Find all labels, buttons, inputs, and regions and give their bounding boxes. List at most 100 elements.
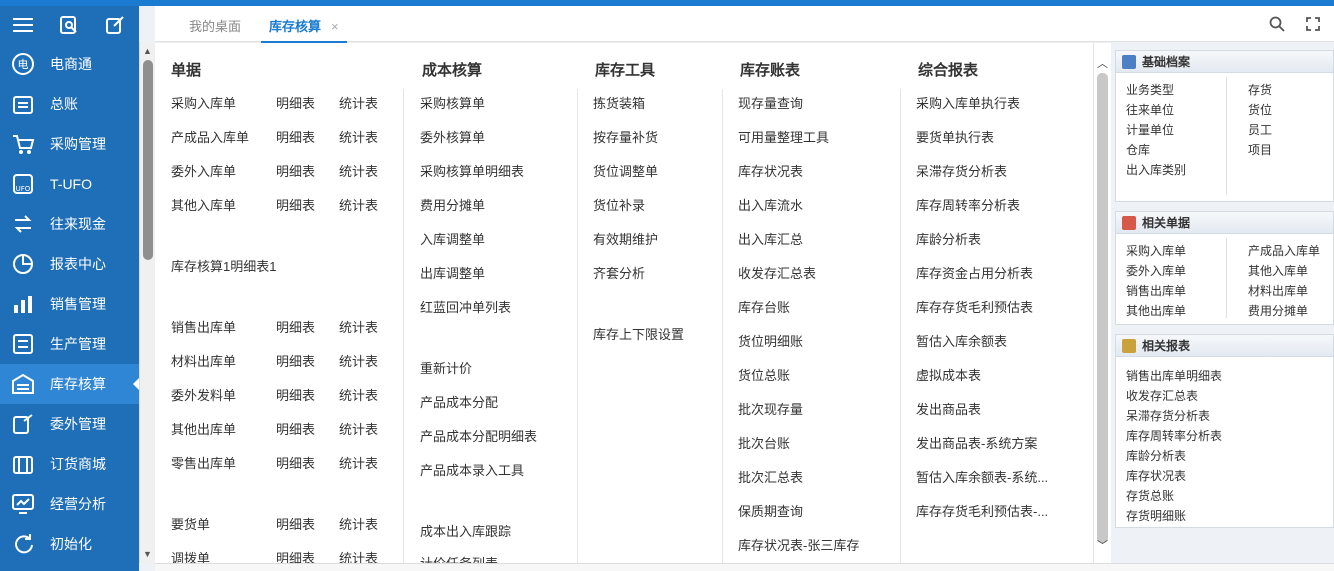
menu-link[interactable]: 货位明细账 [738, 331, 803, 350]
sidebar-item[interactable]: 总账 [0, 84, 139, 124]
menu-link[interactable]: 红蓝回冲单列表 [420, 297, 511, 316]
menu-link[interactable]: 明细表 [276, 127, 315, 146]
panel-link[interactable]: 其他入库单 [1248, 262, 1308, 279]
menu-link[interactable]: 其他出库单 [171, 419, 236, 438]
menu-link[interactable]: 统计表 [339, 195, 378, 214]
sidebar-item[interactable]: 库存核算 [0, 364, 140, 404]
menu-link[interactable]: 货位调整单 [593, 161, 658, 180]
menu-link[interactable]: 明细表 [276, 548, 315, 563]
panel-link[interactable]: 存货 [1248, 81, 1272, 98]
menu-link[interactable]: 统计表 [339, 548, 378, 563]
menu-link[interactable]: 库存存货毛利预估表-... [916, 501, 1048, 520]
menu-link[interactable]: 委外核算单 [420, 127, 485, 146]
panel-link[interactable]: 呆滞存货分析表 [1126, 407, 1210, 424]
search-icon[interactable] [1265, 12, 1289, 36]
menu-link[interactable]: 要货单执行表 [916, 127, 994, 146]
menu-icon[interactable] [0, 6, 46, 44]
menu-link[interactable]: 库存上下限设置 [593, 324, 684, 343]
sidebar-item[interactable]: 电 电商通 [0, 44, 139, 84]
panel-link[interactable]: 库龄分析表 [1126, 447, 1186, 464]
menu-link[interactable]: 采购入库单执行表 [916, 93, 1020, 112]
menu-link[interactable]: 费用分摊单 [420, 195, 485, 214]
menu-link[interactable]: 呆滞存货分析表 [916, 161, 1007, 180]
panel-link[interactable]: 其他出库单 [1126, 302, 1186, 319]
panel-link[interactable]: 材料出库单 [1248, 282, 1308, 299]
menu-link[interactable]: 统计表 [339, 453, 378, 472]
panel-link[interactable]: 仓库 [1126, 141, 1150, 158]
panel-link[interactable]: 采购入库单 [1126, 242, 1186, 259]
menu-link[interactable]: 统计表 [339, 514, 378, 533]
menu-link[interactable]: 产品成本分配 [420, 392, 498, 411]
panel-link[interactable]: 收发存汇总表 [1126, 387, 1198, 404]
menu-link[interactable]: 出库调整单 [420, 263, 485, 282]
panel-link[interactable]: 计量单位 [1126, 121, 1174, 138]
menu-scroll-up-icon[interactable]: ︿ [1097, 55, 1108, 71]
sidebar-scrollbar[interactable]: ▲ ▼ [139, 42, 155, 563]
menu-link[interactable]: 产品成本录入工具 [420, 460, 524, 479]
menu-link[interactable]: 齐套分析 [593, 263, 645, 282]
menu-link[interactable]: 发出商品表-系统方案 [916, 433, 1037, 452]
menu-link[interactable]: 采购核算单明细表 [420, 161, 524, 180]
menu-link[interactable]: 采购入库单 [171, 93, 236, 112]
menu-link[interactable]: 要货单 [171, 514, 210, 533]
menu-link[interactable]: 虚拟成本表 [916, 365, 981, 384]
sidebar-scroll-thumb[interactable] [143, 60, 153, 260]
menu-link[interactable]: 批次台账 [738, 433, 790, 452]
panel-link[interactable]: 业务类型 [1126, 81, 1174, 98]
sidebar-item[interactable]: 初始化 [0, 524, 139, 564]
menu-link[interactable]: 委外发料单 [171, 385, 236, 404]
panel-link[interactable]: 货位 [1248, 101, 1272, 118]
panel-link[interactable]: 存货总账 [1126, 487, 1174, 504]
menu-link[interactable]: 产品成本分配明细表 [420, 426, 537, 445]
menu-link[interactable]: 库存周转率分析表 [916, 195, 1020, 214]
tab-inventory[interactable]: 库存核算 × [261, 16, 347, 43]
menu-link[interactable]: 采购核算单 [420, 93, 485, 112]
menu-link[interactable]: 计价任务列表 [420, 553, 498, 563]
menu-link[interactable]: 明细表 [276, 195, 315, 214]
menu-link[interactable]: 货位补录 [593, 195, 645, 214]
menu-link[interactable]: 产成品入库单 [171, 127, 249, 146]
menu-link[interactable]: 零售出库单 [171, 453, 236, 472]
panel-link[interactable]: 库存状况表 [1126, 467, 1186, 484]
menu-link[interactable]: 材料出库单 [171, 351, 236, 370]
menu-link[interactable]: 调拨单 [171, 548, 210, 563]
menu-link[interactable]: 统计表 [339, 317, 378, 336]
search-doc-icon[interactable] [46, 6, 92, 44]
menu-link[interactable]: 明细表 [276, 93, 315, 112]
panel-link[interactable]: 产成品入库单 [1248, 242, 1320, 259]
menu-scroll-down-icon[interactable]: ﹀ [1097, 537, 1108, 553]
panel-link[interactable]: 委外入库单 [1126, 262, 1186, 279]
menu-link[interactable]: 明细表 [276, 514, 315, 533]
menu-link[interactable]: 库存台账 [738, 297, 790, 316]
menu-link[interactable]: 明细表 [276, 317, 315, 336]
menu-scroll-thumb[interactable] [1097, 73, 1108, 543]
panel-link[interactable]: 员工 [1248, 121, 1272, 138]
menu-link[interactable]: 出入库流水 [738, 195, 803, 214]
panel-link[interactable]: 销售出库单明细表 [1126, 367, 1222, 384]
menu-link[interactable]: 按存量补货 [593, 127, 658, 146]
menu-link[interactable]: 库存状况表-张三库存 [738, 535, 859, 554]
menu-link[interactable]: 重新计价 [420, 358, 472, 377]
sidebar-item[interactable]: 经营分析 [0, 484, 139, 524]
menu-link[interactable]: 现存量查询 [738, 93, 803, 112]
panel-link[interactable]: 库存周转率分析表 [1126, 427, 1222, 444]
menu-link[interactable]: 收发存汇总表 [738, 263, 816, 282]
menu-link[interactable]: 拣货装箱 [593, 93, 645, 112]
menu-link[interactable]: 统计表 [339, 419, 378, 438]
sidebar-item[interactable]: 生产管理 [0, 324, 139, 364]
menu-link[interactable]: 有效期维护 [593, 229, 658, 248]
menu-link[interactable]: 暂估入库余额表 [916, 331, 1007, 350]
menu-link[interactable]: 入库调整单 [420, 229, 485, 248]
menu-link[interactable]: 明细表 [276, 419, 315, 438]
menu-link[interactable]: 批次现存量 [738, 399, 803, 418]
menu-link[interactable]: 库存存货毛利预估表 [916, 297, 1033, 316]
menu-link[interactable]: 发出商品表 [916, 399, 981, 418]
panel-link[interactable]: 销售出库单 [1126, 282, 1186, 299]
menu-link[interactable]: 统计表 [339, 385, 378, 404]
menu-link[interactable]: 库龄分析表 [916, 229, 981, 248]
scroll-up-icon[interactable]: ▲ [143, 46, 152, 56]
menu-link[interactable]: 其他入库单 [171, 195, 236, 214]
menu-link[interactable]: 库存资金占用分析表 [916, 263, 1033, 282]
sidebar-item[interactable]: 报表中心 [0, 244, 139, 284]
menu-link[interactable]: 统计表 [339, 93, 378, 112]
